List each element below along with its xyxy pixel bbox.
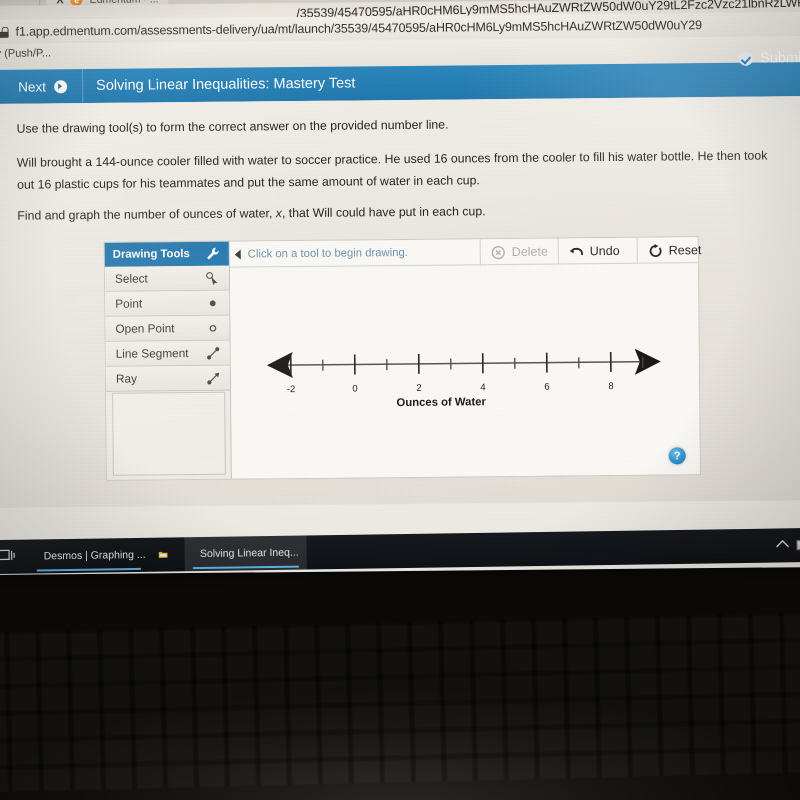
instruction-text: Use the drawing tool(s) to form the corr…: [16, 117, 449, 136]
tool-item-ray[interactable]: Ray: [105, 365, 231, 392]
drawing-tools-panel: Drawing Tools Select Point Open Point Li…: [104, 241, 232, 480]
reset-button-label: Reset: [668, 243, 702, 258]
lock-icon: [0, 26, 9, 37]
taskbar-label-chrome: Solving Linear Ineq...: [199, 546, 299, 561]
tool-item-point[interactable]: Point: [105, 290, 230, 317]
undo-button[interactable]: Undo: [557, 237, 637, 265]
drawing-widget: Drawing Tools Select Point Open Point Li…: [103, 236, 715, 481]
cursor-select-icon: [206, 271, 218, 285]
tray-item-icon[interactable]: [796, 539, 800, 551]
header-divider: [81, 69, 84, 104]
tool-item-select[interactable]: Select: [104, 265, 230, 292]
check-circle-icon: [739, 51, 754, 66]
drawing-canvas[interactable]: Click on a tool to begin drawing. Delete: [229, 237, 715, 480]
tool-label-open-point: Open Point: [115, 321, 175, 336]
reset-button[interactable]: Reset: [636, 237, 715, 264]
previous-check-icon[interactable]: ✓: [0, 79, 2, 95]
delete-circle-x-icon: [491, 245, 505, 259]
task-text-pre: Find and graph the number of ounces of w…: [17, 206, 276, 223]
windows-taskbar: Desmos | Graphing ... Solving Linear Ine…: [0, 527, 800, 575]
drawing-tools-header: Drawing Tools: [104, 241, 229, 267]
line-segment-icon: [207, 346, 220, 360]
delete-button[interactable]: Delete: [479, 238, 558, 266]
axis-tick-label: 0: [352, 383, 358, 395]
next-button[interactable]: Next: [18, 69, 81, 104]
assessment-content: Use the drawing tool(s) to form the corr…: [0, 96, 800, 508]
ray-icon: [207, 372, 220, 385]
wrench-icon: [207, 247, 219, 260]
number-line-svg: [266, 348, 661, 379]
canvas-hint-text: Click on a tool to begin drawing.: [247, 246, 408, 260]
collapse-left-arrow-icon[interactable]: [230, 241, 246, 267]
undo-arrow-icon: [569, 247, 584, 255]
drawing-tools-title: Drawing Tools: [112, 248, 190, 261]
drawing-tools-empty-area: [112, 391, 226, 476]
question-body-line-1: Will brought a 144-ounce cooler filled w…: [16, 148, 768, 170]
number-line-plot[interactable]: -2 0 2 4 6 8 Ounces of Water ?: [230, 263, 700, 480]
laptop-screen-photo: X e Edmentum - ... /35539/45470595/aHR0c…: [0, 0, 800, 800]
page-title: Solving Linear Inequalities: Mastery Tes…: [96, 75, 356, 94]
filled-point-icon: [209, 299, 216, 306]
taskbar-active-underline: [192, 565, 299, 570]
tool-label-select: Select: [114, 271, 148, 286]
question-task-line: Find and graph the number of ounces of w…: [17, 204, 485, 222]
tool-label-line-segment: Line Segment: [115, 346, 189, 361]
tool-item-open-point[interactable]: Open Point: [105, 315, 230, 342]
chevron-up-icon[interactable]: [775, 539, 790, 548]
delete-button-label: Delete: [511, 244, 548, 259]
chrome-icon: [192, 554, 193, 555]
axis-tick-label: -2: [286, 384, 296, 396]
next-button-label: Next: [18, 78, 46, 95]
submit-test-label: Submit T: [760, 50, 800, 67]
axis-tick-label: 6: [544, 381, 550, 393]
browser-window: X e Edmentum - ... /35539/45470595/aHR0c…: [0, 0, 800, 575]
tool-label-ray: Ray: [115, 371, 137, 386]
taskbar-active-underline: [36, 567, 141, 572]
axis-label-x: Ounces of Water: [396, 396, 486, 410]
open-point-icon: [209, 324, 217, 332]
taskbar-label-edge: Desmos | Graphing ...: [43, 548, 146, 563]
taskbar-item-chrome[interactable]: Solving Linear Ineq...: [184, 535, 307, 572]
laptop-keyboard: [0, 560, 800, 800]
taskbar-item-file-explorer[interactable]: [150, 537, 183, 571]
axis-tick-label: 8: [608, 380, 614, 393]
submit-test-button[interactable]: Submit T: [739, 43, 800, 74]
reset-circular-arrow-icon: [649, 243, 662, 257]
axis-tick-label: 2: [416, 382, 422, 394]
task-view-icon[interactable]: [0, 549, 16, 564]
next-arrow-icon: [53, 79, 67, 93]
question-body-line-2: out 16 plastic cups for his teammates an…: [17, 173, 480, 192]
task-text-post: , that Will could have put in each cup.: [281, 204, 486, 221]
tool-label-point: Point: [115, 296, 143, 311]
undo-button-label: Undo: [589, 243, 620, 259]
bookmark-item[interactable]: ray (Push/P...: [0, 47, 51, 60]
axis-tick-label: 4: [480, 382, 486, 394]
file-explorer-icon: [158, 551, 168, 558]
taskbar-item-edge[interactable]: Desmos | Graphing ...: [28, 538, 148, 574]
help-button[interactable]: ?: [668, 447, 686, 465]
address-bar-url: f1.app.edmentum.com/assessments-delivery…: [15, 18, 703, 39]
tool-item-line-segment[interactable]: Line Segment: [105, 340, 230, 367]
